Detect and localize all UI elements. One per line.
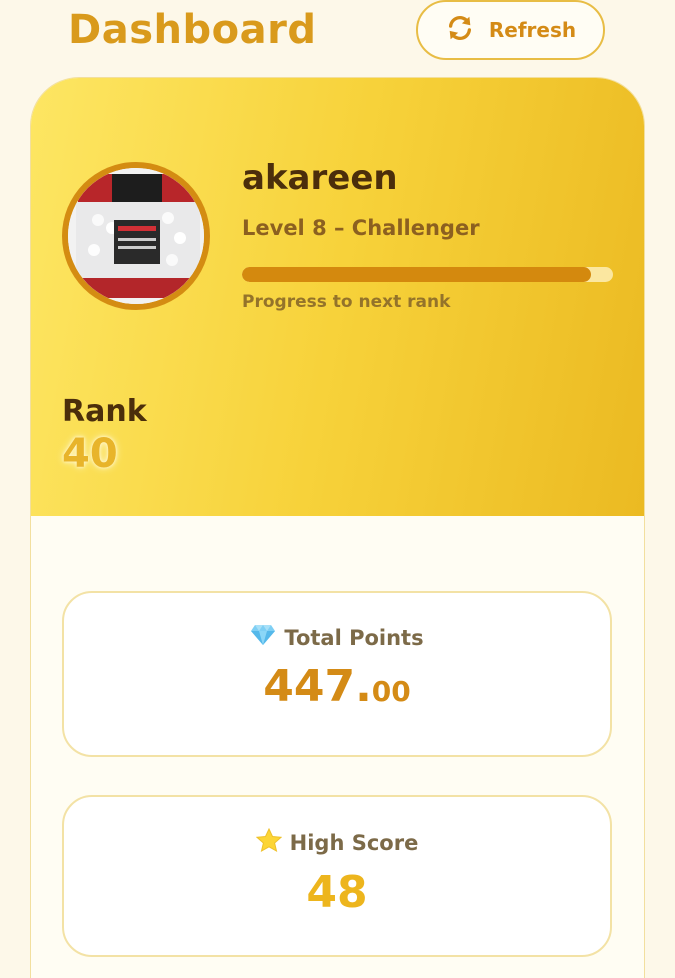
total-points-value-int: 447. bbox=[263, 661, 372, 712]
total-points-label: Total Points bbox=[284, 625, 424, 650]
total-points-card: Total Points 447.00 bbox=[62, 591, 612, 757]
user-level: Level 8 – Challenger bbox=[242, 216, 480, 240]
total-points-value-dec: 00 bbox=[371, 675, 411, 708]
rank-progress-bar bbox=[242, 267, 613, 282]
high-score-label: High Score bbox=[289, 830, 419, 855]
total-points-value: 447.00 bbox=[64, 661, 610, 712]
refresh-label: Refresh bbox=[488, 18, 577, 42]
profile-card: akareen Level 8 – Challenger Progress to… bbox=[31, 78, 644, 978]
rank-progress-fill bbox=[242, 267, 591, 282]
refresh-button[interactable]: Refresh bbox=[416, 0, 605, 60]
high-score-value: 48 bbox=[306, 867, 368, 918]
username: akareen bbox=[242, 158, 398, 198]
gem-icon bbox=[250, 624, 276, 651]
high-score-card: High Score 48 bbox=[62, 795, 612, 957]
product-photo bbox=[68, 168, 204, 304]
star-icon bbox=[255, 827, 282, 857]
refresh-icon bbox=[445, 13, 475, 48]
rank-label: Rank bbox=[62, 394, 147, 429]
profile-header: akareen Level 8 – Challenger Progress to… bbox=[31, 78, 644, 516]
rank-value: 40 bbox=[62, 431, 118, 477]
avatar[interactable] bbox=[62, 162, 210, 310]
progress-caption: Progress to next rank bbox=[242, 292, 451, 312]
high-score-label-row: High Score bbox=[64, 827, 610, 857]
total-points-label-row: Total Points bbox=[64, 624, 610, 651]
page-title: Dashboard bbox=[68, 7, 317, 53]
